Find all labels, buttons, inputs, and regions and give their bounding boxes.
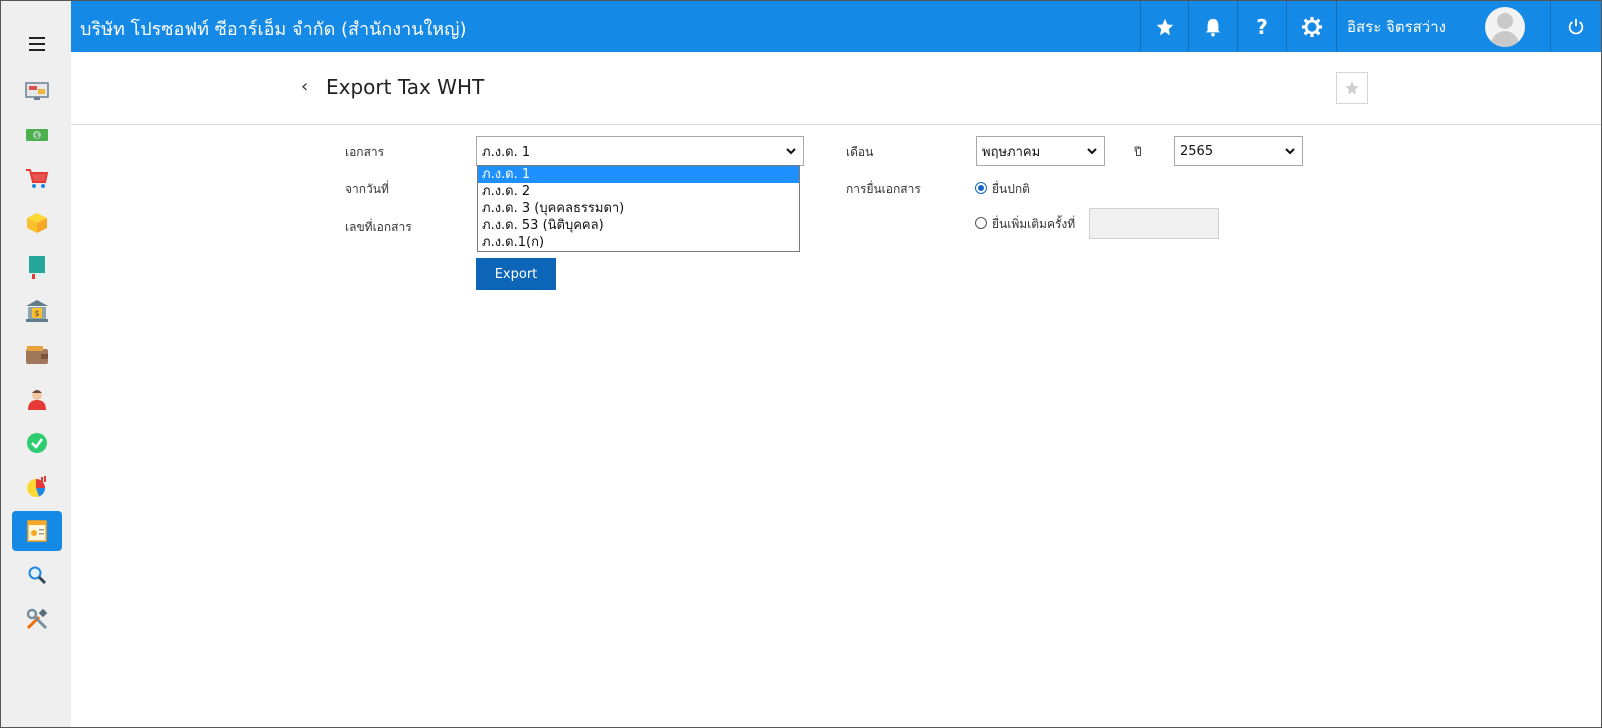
additional-count-input[interactable] — [1089, 208, 1219, 239]
sidebar-item-monitor[interactable] — [12, 71, 62, 111]
document-option[interactable]: ภ.ง.ด. 3 (บุคคลธรรมดา) — [478, 200, 799, 217]
document-option[interactable]: ภ.ง.ด. 53 (นิติบุคคล) — [478, 217, 799, 234]
add-favorite-button[interactable] — [1336, 72, 1368, 104]
star-icon — [1156, 18, 1173, 35]
sidebar-item-chart[interactable] — [12, 467, 62, 507]
gear-icon — [1301, 16, 1322, 37]
export-button[interactable]: Export — [476, 258, 556, 290]
sidebar-item-cart[interactable] — [12, 159, 62, 199]
book-icon — [29, 256, 45, 279]
filing-normal-radio[interactable] — [975, 182, 987, 194]
chevron-down-icon — [786, 148, 796, 155]
money-icon: $ — [26, 129, 48, 141]
cart-icon — [26, 169, 49, 188]
sidebar-item-money[interactable]: $ — [12, 115, 62, 155]
sidebar-item-box[interactable] — [12, 203, 62, 243]
sidebar-item-book[interactable] — [12, 247, 62, 287]
filing-additional-radio[interactable] — [975, 217, 987, 229]
month-select[interactable]: พฤษภาคม — [976, 136, 1105, 166]
year-select-value: 2565 — [1180, 143, 1214, 159]
document-option[interactable]: ภ.ง.ด. 2 — [478, 183, 799, 200]
year-label: ปี — [1134, 145, 1142, 159]
check-icon — [27, 433, 47, 453]
document-dropdown-list: ภ.ง.ด. 1 ภ.ง.ด. 2 ภ.ง.ด. 3 (บุคคลธรรมดา)… — [477, 165, 800, 252]
power-icon — [1568, 18, 1584, 34]
sidebar-item-wallet[interactable] — [12, 335, 62, 375]
bell-icon — [1205, 18, 1221, 36]
top-header: บริษัท โปรซอฟท์ ซีอาร์เอ็ม จำกัด (สำนักง… — [71, 1, 1601, 52]
page-title: Export Tax WHT — [326, 75, 485, 99]
document-option[interactable]: ภ.ง.ด.1(ก) — [478, 234, 799, 251]
month-label: เดือน — [846, 145, 874, 159]
document-label: เอกสาร — [345, 145, 385, 159]
doc-no-label: เลขที่เอกสาร — [345, 220, 412, 234]
help-icon: ? — [1256, 14, 1268, 39]
notifications-button[interactable] — [1188, 1, 1237, 52]
settings-button[interactable] — [1286, 1, 1336, 52]
svg-text:$: $ — [35, 132, 39, 140]
avatar — [1485, 6, 1525, 47]
year-select[interactable]: 2565 — [1174, 136, 1303, 166]
person-icon — [28, 390, 46, 410]
monitor-icon — [25, 82, 49, 100]
bank-icon: $ — [26, 300, 48, 322]
search-icon — [28, 566, 47, 585]
tools-icon — [26, 608, 48, 630]
document-option[interactable]: ภ.ง.ด. 1 — [478, 166, 799, 183]
chevron-down-icon — [1087, 148, 1097, 155]
sidebar: $ $ — [1, 1, 71, 727]
help-button[interactable]: ? — [1237, 1, 1286, 52]
sidebar-item-tools[interactable] — [12, 599, 62, 639]
back-icon[interactable]: ‹ — [301, 76, 308, 97]
favorites-button[interactable] — [1140, 1, 1188, 52]
sidebar-item-search[interactable] — [12, 555, 62, 595]
sidebar-item-check[interactable] — [12, 423, 62, 463]
sidebar-item-person[interactable] — [12, 379, 62, 419]
sidebar-item-bank[interactable]: $ — [12, 291, 62, 331]
filing-normal-label: ยื่นปกติ — [992, 182, 1030, 196]
wallet-icon — [26, 346, 48, 364]
user-name-label: อิสระ จิตรสว่าง — [1347, 17, 1446, 36]
page-header: ‹ Export Tax WHT — [71, 52, 1601, 125]
box-icon — [27, 213, 47, 233]
from-date-label: จากวันที่ — [345, 182, 389, 196]
month-select-value: พฤษภาคม — [982, 144, 1041, 160]
document-select[interactable]: ภ.ง.ด. 1 — [476, 136, 804, 166]
filing-additional-label: ยื่นเพิ่มเติมครั้งที่ — [992, 217, 1076, 231]
menu-icon[interactable] — [29, 37, 45, 51]
filing-label: การยื่นเอกสาร — [846, 182, 921, 196]
tax-document-icon — [27, 520, 47, 542]
document-select-value: ภ.ง.ด. 1 — [482, 144, 531, 160]
company-name: บริษัท โปรซอฟท์ ซีอาร์เอ็ม จำกัด (สำนักง… — [80, 19, 467, 40]
avatar-button[interactable] — [1460, 1, 1550, 52]
logout-button[interactable] — [1550, 1, 1601, 52]
svg-text:$: $ — [34, 309, 39, 318]
pie-chart-icon — [27, 476, 46, 497]
sidebar-item-tax-document[interactable] — [12, 511, 62, 551]
star-icon — [1345, 81, 1359, 95]
chevron-down-icon — [1285, 148, 1295, 155]
